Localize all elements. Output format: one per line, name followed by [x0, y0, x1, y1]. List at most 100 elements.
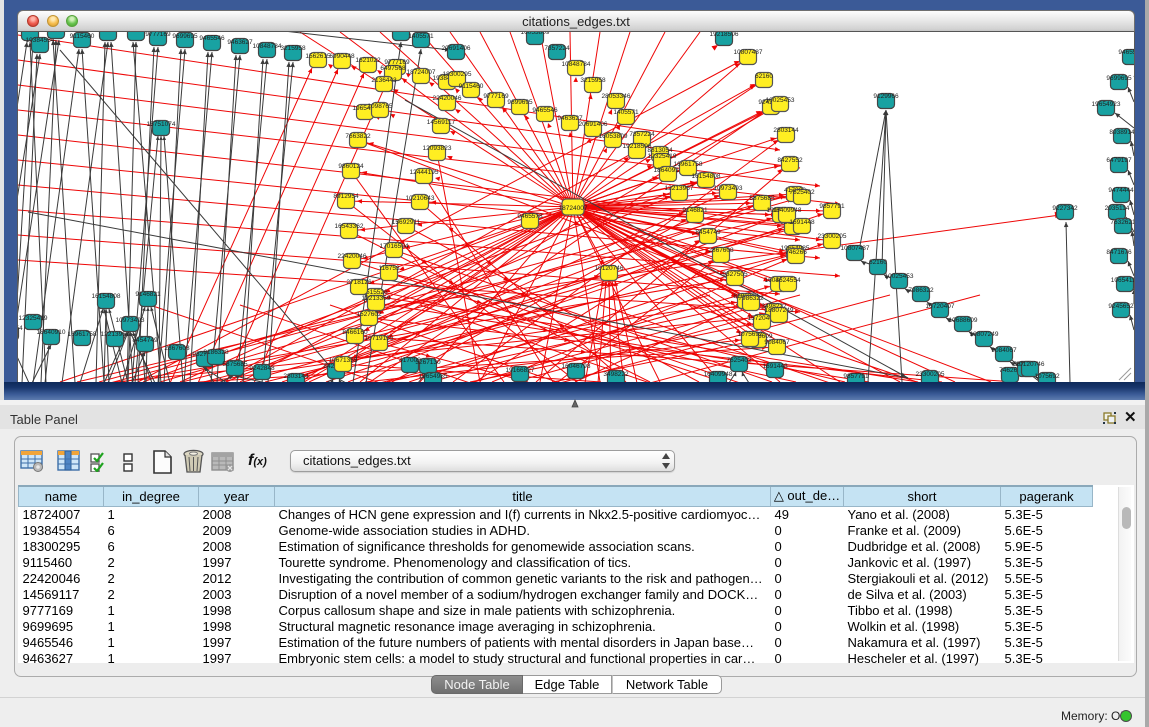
svg-text:9115460: 9115460	[70, 33, 95, 40]
svg-text:1562615: 1562615	[305, 53, 331, 60]
svg-text:9465578: 9465578	[517, 213, 543, 220]
svg-text:5875685: 5875685	[749, 195, 775, 202]
svg-text:23300205: 23300205	[916, 371, 945, 378]
svg-text:22420046: 22420046	[433, 95, 462, 102]
svg-text:15751074: 15751074	[147, 121, 176, 128]
svg-text:9699695: 9699695	[1106, 75, 1132, 82]
svg-text:10848784: 10848784	[253, 43, 282, 50]
svg-text:8938914: 8938914	[1109, 129, 1134, 136]
svg-text:6479197: 6479197	[1106, 157, 1132, 164]
svg-text:18300295: 18300295	[443, 71, 472, 78]
svg-text:8912954: 8912954	[333, 193, 359, 200]
svg-text:8186328: 8186328	[203, 349, 229, 356]
svg-text:10807487: 10807487	[841, 245, 870, 252]
svg-text:19654923: 19654923	[1092, 101, 1121, 108]
svg-text:9146821: 9146821	[135, 291, 161, 298]
svg-text:1405571: 1405571	[408, 33, 434, 40]
svg-text:9857791: 9857791	[843, 373, 869, 380]
svg-text:3498222: 3498222	[603, 371, 629, 378]
svg-text:9245652: 9245652	[1108, 303, 1134, 310]
svg-text:12325419: 12325419	[19, 315, 48, 322]
svg-text:9463627: 9463627	[227, 39, 253, 46]
svg-text:62160: 62160	[869, 259, 887, 266]
svg-text:10671355: 10671355	[329, 357, 358, 364]
svg-text:9084067: 9084067	[764, 339, 790, 346]
svg-text:8813054: 8813054	[18, 325, 23, 332]
svg-text:7632621: 7632621	[1110, 219, 1134, 226]
svg-text:1527602: 1527602	[356, 311, 382, 318]
svg-text:10025453: 10025453	[885, 273, 914, 280]
svg-text:16154808: 16154808	[92, 293, 121, 300]
svg-text:10654112: 10654112	[1111, 277, 1134, 284]
svg-text:15720407: 15720407	[926, 303, 955, 310]
svg-text:7986322: 7986322	[908, 287, 934, 294]
svg-text:1691448: 1691448	[789, 219, 815, 226]
svg-text:3624554: 3624554	[775, 277, 801, 284]
svg-text:12093823: 12093823	[423, 145, 452, 152]
svg-text:12213967: 12213967	[665, 185, 694, 192]
svg-text:9115460: 9115460	[459, 83, 484, 90]
svg-text:16046798: 16046798	[562, 363, 591, 370]
svg-text:9084067: 9084067	[991, 347, 1017, 354]
svg-text:18807249: 18807249	[765, 307, 794, 314]
svg-text:15692911: 15692911	[392, 219, 421, 226]
svg-text:12325419: 12325419	[648, 153, 677, 160]
svg-text:7663822: 7663822	[345, 133, 371, 140]
svg-text:9699695: 9699695	[172, 33, 198, 40]
svg-text:12213369: 12213369	[362, 295, 391, 302]
svg-text:20691406: 20691406	[579, 121, 608, 128]
svg-text:18640910: 18640910	[654, 167, 683, 174]
svg-text:9242848: 9242848	[249, 365, 275, 372]
svg-text:10025453: 10025453	[766, 97, 795, 104]
svg-text:1405571: 1405571	[613, 109, 639, 116]
svg-text:2803144: 2803144	[773, 127, 799, 134]
svg-text:9860124: 9860124	[338, 163, 364, 170]
svg-text:3267130: 3267130	[415, 359, 441, 366]
svg-text:1098765: 1098765	[367, 103, 393, 110]
svg-text:1075692: 1075692	[1034, 373, 1060, 380]
svg-text:2867608: 2867608	[164, 345, 190, 352]
svg-text:6990448: 6990448	[329, 53, 355, 60]
svg-text:746266: 746266	[785, 249, 807, 256]
svg-text:9129966: 9129966	[873, 93, 899, 100]
svg-text:2136443: 2136443	[371, 77, 397, 84]
svg-text:9699695: 9699695	[507, 99, 533, 106]
svg-text:7625402: 7625402	[726, 357, 752, 364]
svg-text:16154808: 16154808	[692, 173, 721, 180]
svg-text:18640910: 18640910	[37, 329, 66, 336]
svg-text:20691406: 20691406	[442, 45, 471, 52]
svg-text:3215958: 3215958	[280, 45, 306, 52]
svg-text:9777169: 9777169	[145, 32, 171, 38]
svg-text:22420046: 22420046	[338, 253, 367, 260]
svg-text:28053346: 28053346	[602, 93, 631, 100]
svg-text:18724007: 18724007	[559, 205, 588, 212]
svg-text:1075692: 1075692	[737, 331, 763, 338]
svg-text:9146821: 9146821	[682, 207, 708, 214]
svg-text:12444195: 12444195	[410, 169, 439, 176]
svg-text:10848784: 10848784	[562, 61, 591, 68]
svg-text:10807487: 10807487	[734, 49, 763, 56]
svg-text:9465578: 9465578	[1118, 49, 1134, 56]
svg-text:16961758: 16961758	[674, 161, 703, 168]
svg-text:8427552: 8427552	[777, 157, 803, 164]
svg-text:5875685: 5875685	[222, 361, 248, 368]
svg-text:9327505: 9327505	[722, 271, 748, 278]
svg-text:16053809: 16053809	[599, 133, 628, 140]
svg-text:7625402: 7625402	[789, 189, 815, 196]
svg-text:2718126: 2718126	[346, 279, 372, 286]
svg-text:8454749: 8454749	[132, 337, 158, 344]
svg-text:14569117: 14569117	[427, 119, 456, 126]
svg-text:16409948: 16409948	[773, 207, 802, 214]
svg-text:2803144: 2803144	[283, 373, 309, 380]
svg-text:10973493: 10973493	[714, 185, 743, 192]
svg-text:8454749: 8454749	[695, 229, 721, 236]
svg-text:7357224: 7357224	[544, 45, 570, 52]
svg-text:1621022: 1621022	[355, 57, 381, 64]
svg-text:16543362: 16543362	[335, 223, 364, 230]
svg-text:10719155: 10719155	[365, 335, 394, 342]
svg-text:9465546: 9465546	[532, 107, 558, 114]
svg-text:19654985: 19654985	[419, 373, 448, 380]
svg-text:62160: 62160	[755, 73, 773, 80]
svg-text:10973493: 10973493	[116, 317, 145, 324]
svg-text:9777169: 9777169	[483, 93, 509, 100]
